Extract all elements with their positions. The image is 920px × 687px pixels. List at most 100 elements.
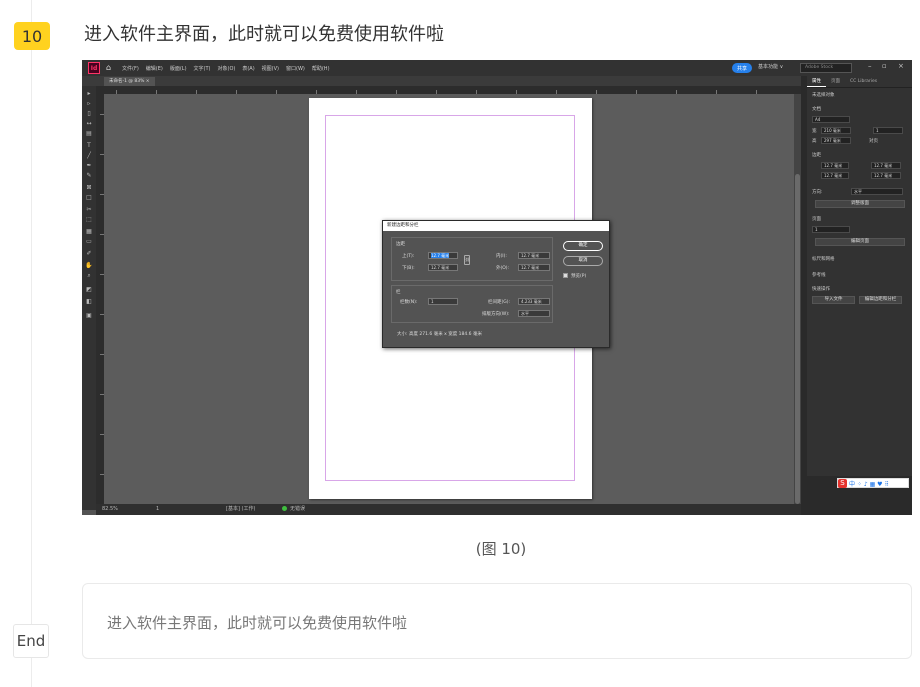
rectangle-tool-icon[interactable]: □ bbox=[85, 194, 93, 201]
figure-caption-wrap: (图 10) bbox=[0, 538, 920, 559]
ime-toolbar[interactable]: S 中 ⁘ ♪ ▦ ♥ ⠿ bbox=[837, 478, 909, 488]
document-tab[interactable]: 未命名-1 @ 83% × bbox=[104, 77, 155, 86]
end-marker: End bbox=[13, 624, 49, 658]
cancel-button[interactable]: 取消 bbox=[563, 256, 603, 266]
minimize-icon[interactable]: – bbox=[868, 62, 872, 70]
ok-button[interactable]: 确定 bbox=[563, 241, 603, 251]
zoom-tool-icon[interactable]: ⌕ bbox=[85, 272, 93, 279]
gradient-tool-icon[interactable]: ▦ bbox=[85, 228, 93, 235]
vertical-scrollbar[interactable] bbox=[794, 94, 801, 504]
maximize-icon[interactable]: ▫ bbox=[882, 62, 887, 70]
home-icon[interactable]: ⌂ bbox=[106, 63, 116, 73]
tools-panel: ▸ ▹ ▯ ↔ ▤ T ╱ ✒ ✎ ⊠ □ ✂ ⬚ ▦ ▭ ✐ ✋ ⌕ ◩ ◧ … bbox=[82, 86, 96, 510]
pages-count-field[interactable]: 1 bbox=[873, 127, 903, 134]
outside-label: 外(O): bbox=[496, 266, 510, 271]
menu-view[interactable]: 视图(V) bbox=[262, 65, 279, 72]
page-select[interactable]: 1 bbox=[812, 226, 850, 233]
direct-selection-tool-icon[interactable]: ▹ bbox=[85, 100, 93, 107]
step-number-badge: 10 bbox=[14, 22, 50, 50]
writing-direction-select[interactable]: 水平 bbox=[518, 310, 550, 317]
close-icon[interactable]: × bbox=[898, 62, 904, 70]
screen-mode-icon[interactable]: ▣ bbox=[85, 312, 93, 319]
tab-pages[interactable]: 页面 bbox=[826, 76, 845, 87]
columns-field[interactable]: 1 bbox=[428, 298, 458, 305]
margins-group-heading: 边距 bbox=[396, 242, 405, 247]
formatting-affects-icon[interactable]: ◧ bbox=[85, 298, 93, 305]
direction-select[interactable]: 水平 bbox=[851, 188, 903, 195]
import-file-button[interactable]: 导入文件 bbox=[812, 296, 855, 304]
menu-window[interactable]: 窗口(W) bbox=[286, 65, 305, 72]
size-readout: 大小: 高度 271.6 毫米 x 宽度 184.6 毫米 bbox=[397, 332, 482, 337]
adjust-layout-button[interactable]: 调整版面 bbox=[815, 200, 905, 208]
pencil-tool-icon[interactable]: ✎ bbox=[85, 172, 93, 179]
eyedropper-tool-icon[interactable]: ✐ bbox=[85, 250, 93, 257]
facing-pages-checkbox[interactable]: 对页 bbox=[869, 138, 878, 144]
fill-stroke-icon[interactable]: ◩ bbox=[85, 286, 93, 293]
no-selection-label: 未选择对象 bbox=[812, 93, 835, 98]
page-number[interactable]: 1 bbox=[156, 504, 159, 515]
height-field[interactable]: 297 毫米 bbox=[821, 137, 851, 144]
preflight-ok-icon bbox=[282, 506, 287, 511]
inside-label: 内(I): bbox=[496, 254, 507, 259]
document-heading: 文档 bbox=[812, 107, 821, 112]
page-tool-icon[interactable]: ▯ bbox=[85, 110, 93, 117]
new-margins-columns-dialog: 新建边距和分栏 边距 上(T): 12.7 毫米 下(B): 12.7 毫米 ⛓… bbox=[382, 220, 610, 348]
free-transform-tool-icon[interactable]: ⬚ bbox=[85, 216, 93, 223]
menu-table[interactable]: 表(A) bbox=[242, 65, 254, 72]
stock-search-input[interactable]: Adobe Stock bbox=[800, 63, 852, 73]
tab-cc-libraries[interactable]: CC Libraries bbox=[845, 76, 882, 87]
quick-actions-label: 快速操作 bbox=[812, 287, 830, 292]
selection-tool-icon[interactable]: ▸ bbox=[85, 90, 93, 97]
margin-top-field[interactable]: 12.7 毫米 bbox=[821, 162, 849, 169]
horizontal-ruler bbox=[96, 86, 801, 94]
edit-margins-columns-button[interactable]: 编辑边距和分栏 bbox=[859, 296, 902, 304]
scissors-tool-icon[interactable]: ✂ bbox=[85, 206, 93, 213]
share-button[interactable]: 共享 bbox=[732, 63, 752, 73]
pages-heading: 页面 bbox=[812, 217, 821, 222]
width-field[interactable]: 210 毫米 bbox=[821, 127, 851, 134]
link-chain-icon[interactable]: ⛓ bbox=[464, 255, 470, 265]
pen-tool-icon[interactable]: ✒ bbox=[85, 162, 93, 169]
menu-edit[interactable]: 编辑(E) bbox=[146, 65, 163, 72]
menu-help[interactable]: 帮助(H) bbox=[312, 65, 330, 72]
workspace-switcher[interactable]: 基本功能 ∨ bbox=[758, 63, 783, 70]
type-tool-icon[interactable]: T bbox=[85, 142, 93, 149]
tab-properties[interactable]: 属性 bbox=[807, 76, 826, 87]
indesign-logo-icon: Id bbox=[88, 62, 100, 74]
preflight-status: 无错误 bbox=[290, 506, 306, 512]
properties-panel: 属性 页面 CC Libraries 未选择对象 文档 A4 宽 210 毫米 … bbox=[807, 76, 912, 476]
gutter-field[interactable]: 4.233 毫米 bbox=[518, 298, 550, 305]
bottom-margin-field[interactable]: 12.7 毫米 bbox=[428, 264, 458, 271]
sogou-logo-icon: S bbox=[838, 478, 847, 488]
margin-outside-field[interactable]: 12.7 毫米 bbox=[871, 172, 901, 179]
indesign-screenshot: Id ⌂ 文件(F) 编辑(E) 版面(L) 文字(T) 对象(O) 表(A) … bbox=[82, 60, 912, 515]
preview-checkbox[interactable] bbox=[563, 273, 568, 278]
content-collector-icon[interactable]: ▤ bbox=[85, 130, 93, 137]
margin-inside-field[interactable]: 12.7 毫米 bbox=[871, 162, 901, 169]
menu-layout[interactable]: 版面(L) bbox=[170, 65, 187, 72]
preset-select[interactable]: A4 bbox=[812, 116, 850, 123]
note-tool-icon[interactable]: ▭ bbox=[85, 238, 93, 245]
width-label: 宽 bbox=[812, 129, 817, 134]
scrollbar-thumb[interactable] bbox=[795, 174, 800, 504]
menu-file[interactable]: 文件(F) bbox=[122, 65, 139, 72]
ime-status: 中 ⁘ ♪ ▦ ♥ ⠿ bbox=[849, 480, 889, 488]
rectangle-frame-tool-icon[interactable]: ⊠ bbox=[85, 184, 93, 191]
line-tool-icon[interactable]: ╱ bbox=[85, 152, 93, 159]
menu-type[interactable]: 文字(T) bbox=[194, 65, 211, 72]
outside-margin-field[interactable]: 12.7 毫米 bbox=[518, 264, 550, 271]
summary-box: 进入软件主界面，此时就可以免费使用软件啦 bbox=[82, 583, 912, 659]
vertical-ruler bbox=[96, 94, 104, 510]
bottom-label: 下(B): bbox=[402, 266, 415, 271]
menu-object[interactable]: 对象(O) bbox=[218, 65, 236, 72]
menu-bar: Id ⌂ 文件(F) 编辑(E) 版面(L) 文字(T) 对象(O) 表(A) … bbox=[82, 60, 912, 76]
inside-margin-field[interactable]: 12.7 毫米 bbox=[518, 252, 550, 259]
zoom-level[interactable]: 82.5% bbox=[102, 504, 118, 515]
hand-tool-icon[interactable]: ✋ bbox=[85, 262, 93, 269]
top-margin-field[interactable]: 12.7 毫米 bbox=[428, 252, 458, 259]
edit-page-button[interactable]: 编辑页面 bbox=[815, 238, 905, 246]
summary-text: 进入软件主界面，此时就可以免费使用软件啦 bbox=[107, 614, 408, 632]
gap-tool-icon[interactable]: ↔ bbox=[85, 120, 93, 127]
margin-bottom-field[interactable]: 12.7 毫米 bbox=[821, 172, 849, 179]
preflight-profile[interactable]: [基本] (工作) bbox=[226, 504, 255, 515]
